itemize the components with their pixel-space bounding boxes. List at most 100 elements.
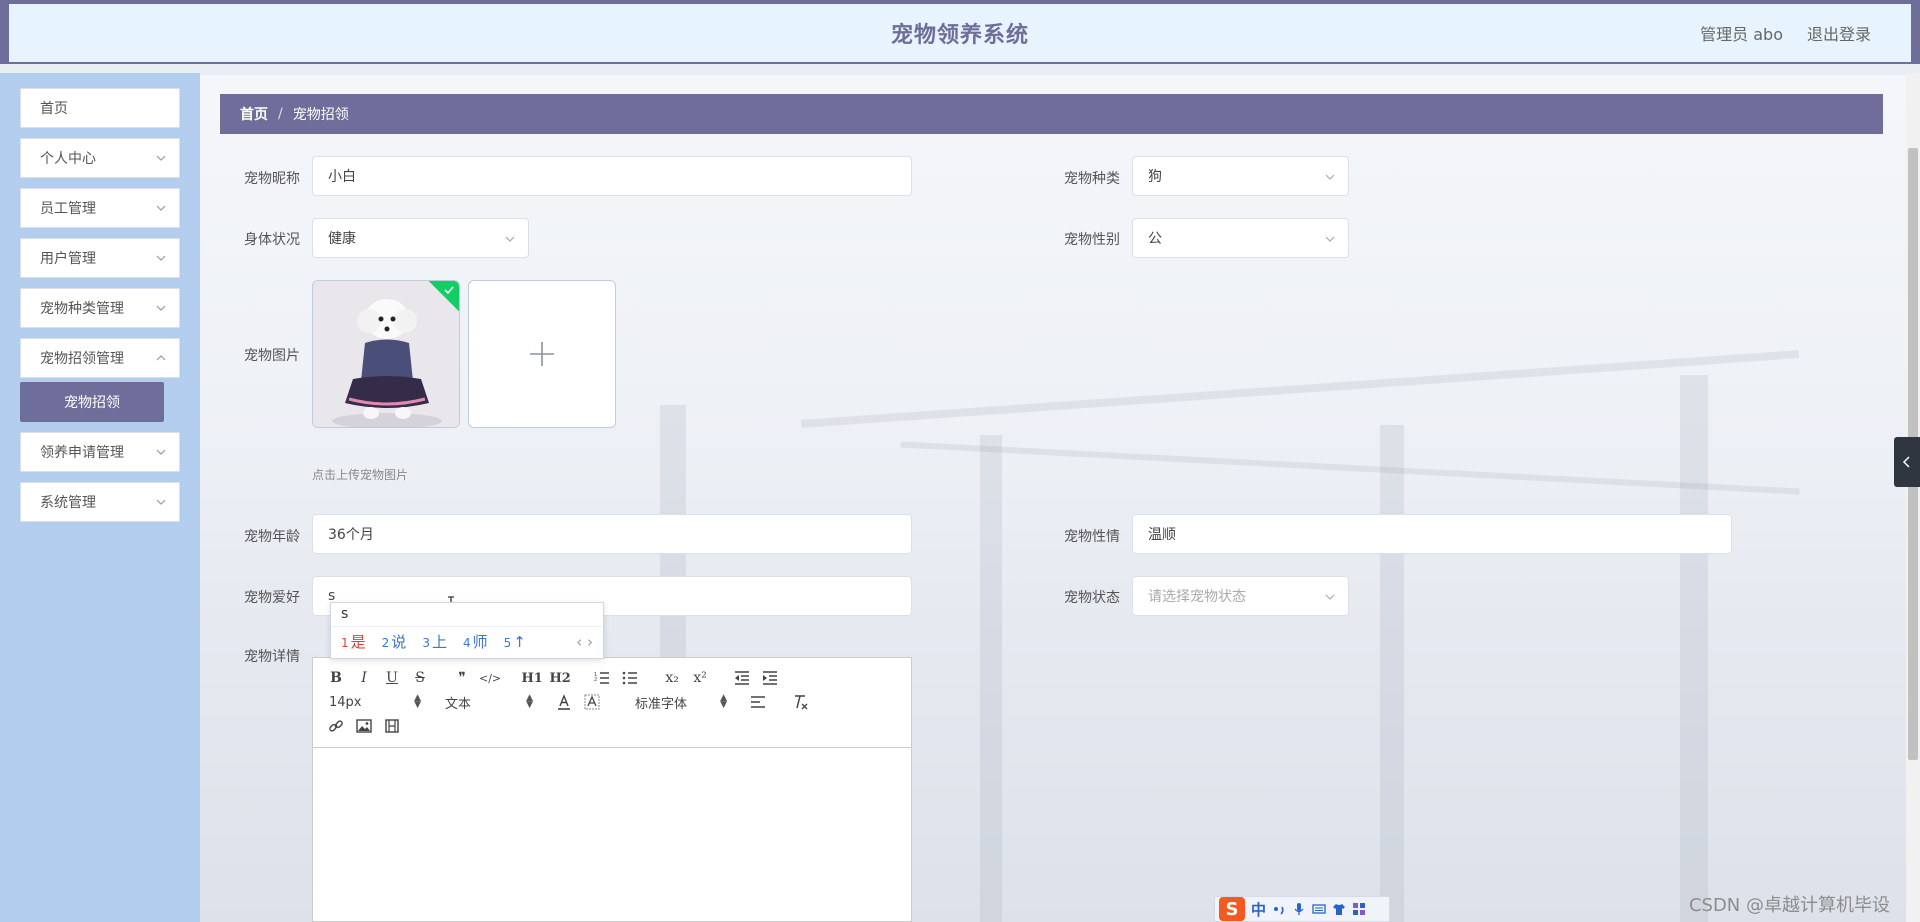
top-header: 宠物领养系统 管理员 abo 退出登录 [0, 0, 1920, 64]
bullet-list-icon [622, 671, 638, 685]
chevron-down-icon [505, 236, 515, 242]
current-user: 管理员 abo [1700, 25, 1783, 44]
sidebar-item-adoption-posts[interactable]: 宠物招领管理 [20, 338, 180, 378]
strike-button[interactable]: S [409, 667, 431, 689]
chevron-down-icon [156, 205, 166, 211]
ime-status-bar: S 中 [1214, 896, 1390, 922]
ime-candidate[interactable]: 3上 [422, 631, 447, 652]
link-button[interactable] [325, 715, 347, 737]
bullet-list-button[interactable] [619, 667, 641, 689]
ordered-list-icon: 12 [594, 672, 610, 684]
background-color-icon [584, 694, 600, 710]
bold-button[interactable]: B [325, 667, 347, 689]
sidebar-item-label: 个人中心 [40, 151, 96, 167]
ordered-list-button[interactable]: 12 [591, 667, 613, 689]
sidebar-item-applications[interactable]: 领养申请管理 [20, 432, 180, 472]
link-icon [329, 720, 343, 732]
blockquote-button[interactable]: ❞ [451, 667, 473, 689]
breadcrumb-separator: / [278, 106, 283, 122]
ime-candidate[interactable]: 2说 [382, 631, 407, 652]
watermark: CSDN @卓越计算机毕设 [1688, 895, 1890, 916]
health-label: 身体状况 [244, 232, 300, 248]
heading2-button[interactable]: H2 [549, 667, 571, 689]
chevron-up-icon [156, 355, 166, 361]
chevron-down-icon [156, 255, 166, 261]
sidebar-item-staff[interactable]: 员工管理 [20, 188, 180, 228]
outdent-button[interactable] [731, 667, 753, 689]
page-scrollbar[interactable] [1906, 73, 1920, 922]
font-color-button[interactable] [553, 691, 575, 713]
updown-icon: ▲ ▼ [526, 693, 533, 710]
align-button[interactable] [747, 691, 769, 713]
clear-format-button[interactable] [789, 691, 811, 713]
sidebar-subitem-pet-post[interactable]: 宠物招领 [20, 382, 164, 422]
gender-select[interactable]: 公 [1132, 218, 1349, 258]
updown-icon: ▲ ▼ [414, 693, 421, 710]
code-block-button[interactable]: </> [479, 667, 501, 689]
image-button[interactable] [353, 715, 375, 737]
hobby-label: 宠物爱好 [244, 590, 300, 606]
temper-input[interactable]: 温顺 [1132, 514, 1732, 554]
ime-mode-toggle[interactable]: 中 [1251, 899, 1266, 920]
indent-button[interactable] [759, 667, 781, 689]
health-select[interactable]: 健康 [312, 218, 529, 258]
block-format-select[interactable]: 文本 ▲ ▼ [441, 691, 533, 713]
background-color-button[interactable] [581, 691, 603, 713]
sidebar-item-users[interactable]: 用户管理 [20, 238, 180, 278]
chevron-down-icon [1325, 174, 1335, 180]
sidebar-item-label: 宠物种类管理 [40, 301, 124, 317]
species-select[interactable]: 狗 [1132, 156, 1349, 196]
sidebar-item-home[interactable]: 首页 [20, 88, 180, 128]
sidebar-item-label: 员工管理 [40, 201, 96, 217]
skin-icon[interactable] [1332, 902, 1346, 916]
image-label: 宠物图片 [244, 348, 300, 364]
sidebar-item-profile[interactable]: 个人中心 [20, 138, 180, 178]
sogou-logo[interactable]: S [1219, 897, 1245, 921]
upload-button[interactable] [468, 280, 616, 428]
nickname-input[interactable]: 小白 [312, 156, 912, 196]
video-icon [385, 719, 399, 733]
font-size-select[interactable]: 14px ▲ ▼ [325, 691, 421, 713]
rich-text-editor[interactable]: B I U S ❞ </> H1 H2 12 x₂ x² 14px ▲ ▼ 文本… [312, 657, 912, 922]
punctuation-icon[interactable] [1272, 902, 1286, 916]
heading1-button[interactable]: H1 [521, 667, 543, 689]
breadcrumb-home[interactable]: 首页 [240, 104, 268, 124]
underline-button[interactable]: U [381, 667, 403, 689]
status-label: 宠物状态 [1064, 590, 1120, 606]
sidebar-item-species[interactable]: 宠物种类管理 [20, 288, 180, 328]
ime-candidate[interactable]: 5 ↑ [504, 633, 526, 651]
gender-label: 宠物性别 [1064, 232, 1120, 248]
clear-format-icon [795, 695, 808, 710]
editor-content[interactable] [313, 748, 911, 921]
ime-candidate[interactable]: 4师 [463, 631, 488, 652]
breadcrumb-current: 宠物招领 [292, 107, 349, 123]
ime-pager[interactable]: ‹ › [576, 633, 593, 651]
subscript-button[interactable]: x₂ [661, 667, 683, 689]
app-title: 宠物领养系统 [890, 23, 1029, 48]
video-button[interactable] [381, 715, 403, 737]
status-select[interactable]: 请选择宠物状态 [1132, 576, 1349, 616]
logout-link[interactable]: 退出登录 [1807, 21, 1871, 45]
superscript-button[interactable]: x² [689, 667, 711, 689]
sidebar-item-label: 首页 [40, 101, 68, 117]
sidebar-item-label: 用户管理 [40, 251, 96, 267]
microphone-icon[interactable] [1292, 902, 1306, 916]
chevron-down-icon [156, 305, 166, 311]
chevron-down-icon [1325, 594, 1335, 600]
keyboard-icon[interactable] [1312, 902, 1326, 916]
ime-candidate[interactable]: 1是 [341, 631, 366, 652]
chevron-down-icon [156, 155, 166, 161]
font-family-select[interactable]: 标准字体 ▲ ▼ [631, 691, 727, 713]
upload-hint: 点击上传宠物图片 [312, 468, 409, 482]
sidebar-item-system[interactable]: 系统管理 [20, 482, 180, 522]
font-color-icon [558, 694, 570, 710]
updown-icon: ▲ ▼ [720, 693, 727, 710]
age-label: 宠物年龄 [244, 529, 300, 545]
uploaded-pet-image[interactable] [312, 280, 460, 428]
sidebar-item-label: 宠物招领管理 [40, 351, 124, 367]
ime-composition: s [331, 603, 603, 627]
italic-button[interactable]: I [353, 667, 375, 689]
age-input[interactable]: 36个月 [312, 514, 912, 554]
toolbox-icon[interactable] [1352, 902, 1366, 916]
panel-toggle-button[interactable] [1894, 437, 1920, 487]
